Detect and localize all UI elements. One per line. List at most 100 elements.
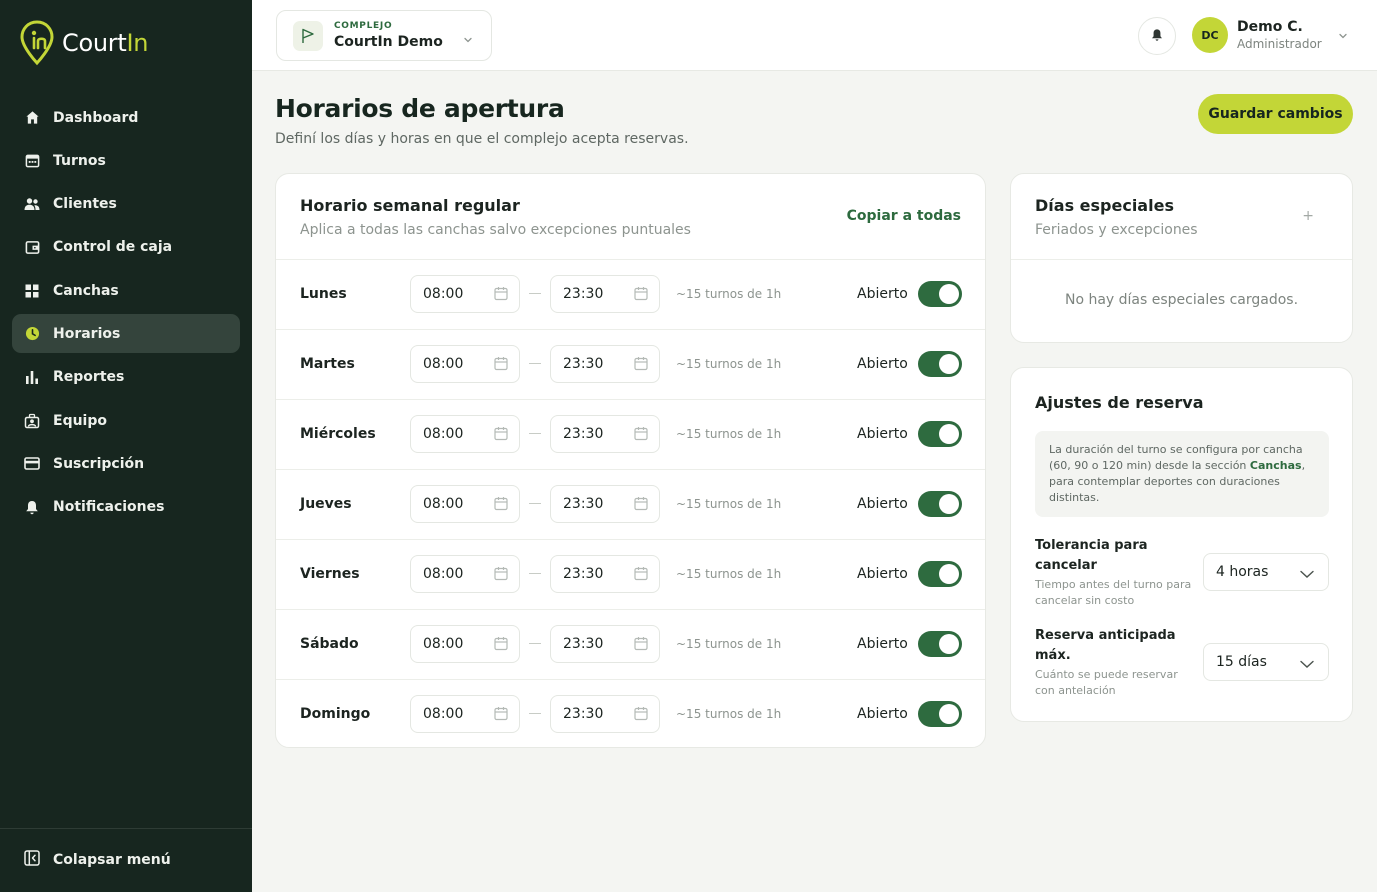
advance-booking-select[interactable]: 15 días [1203,643,1329,681]
complex-selector[interactable]: COMPLEJO CourtIn Demo [276,10,492,61]
advance-booking-value: 15 días [1216,654,1267,670]
canchas-link[interactable]: Canchas [1250,459,1302,472]
close-time-input[interactable]: 23:30 [550,345,660,383]
users-icon [24,196,40,212]
close-time-value: 23:30 [563,636,604,652]
day-row: Lunes 08:00 23:30 ~15 turnos de 1h Abierto [276,260,985,330]
location-pin-logo-icon [20,20,54,66]
calendar-icon [634,356,648,375]
open-time-value: 08:00 [423,356,464,372]
day-name: Martes [300,356,355,372]
calendar-icon [634,286,648,305]
calendar-icon [494,496,508,515]
courtin-logo[interactable]: CourtIn [20,20,148,66]
open-time-input[interactable]: 08:00 [410,345,520,383]
day-name: Domingo [300,706,371,722]
sidebar-item-notificaciones[interactable]: Notificaciones [12,488,240,527]
calendar-icon [494,566,508,585]
close-time-input[interactable]: 23:30 [550,625,660,663]
wallet-icon [24,239,40,255]
open-time-input[interactable]: 08:00 [410,485,520,523]
close-time-value: 23:30 [563,496,604,512]
day-rows: Lunes 08:00 23:30 ~15 turnos de 1h Abierto Ma… [276,260,985,750]
open-time-value: 08:00 [423,496,464,512]
open-toggle[interactable] [918,351,962,377]
chevron-down-icon [1300,657,1314,673]
open-toggle[interactable] [918,631,962,657]
toggle-knob [939,284,959,304]
notifications-button[interactable] [1138,17,1176,55]
day-name: Lunes [300,286,347,302]
slots-estimate: ~15 turnos de 1h [676,497,782,511]
user-menu[interactable]: DC Demo C. Administrador [1192,17,1348,53]
open-toggle[interactable] [918,281,962,307]
day-name: Sábado [300,636,359,652]
close-time-value: 23:30 [563,356,604,372]
user-role: Administrador [1237,37,1322,51]
day-row: Sábado 08:00 23:30 ~15 turnos de 1h Abierto [276,610,985,680]
time-range-separator [529,363,541,364]
day-row: Viernes 08:00 23:30 ~15 turnos de 1h Abierto [276,540,985,610]
sidebar-item-control-de-caja[interactable]: Control de caja [12,228,240,267]
sidebar-item-label: Notificaciones [53,499,165,516]
open-time-input[interactable]: 08:00 [410,625,520,663]
sidebar-item-horarios[interactable]: Horarios [12,314,240,354]
calendar-icon [494,706,508,725]
status-label: Abierto [857,426,908,442]
close-time-input[interactable]: 23:30 [550,485,660,523]
cancel-tolerance-select[interactable]: 4 horas [1203,553,1329,591]
special-days-card: Días especiales Feriados y excepciones +… [1010,173,1353,343]
open-toggle[interactable] [918,561,962,587]
toggle-knob [939,704,959,724]
close-time-input[interactable]: 23:30 [550,695,660,733]
sidebar-item-canchas[interactable]: Canchas [12,271,240,310]
special-card-subtitle: Feriados y excepciones [1035,222,1198,238]
toggle-knob [939,424,959,444]
open-toggle[interactable] [918,491,962,517]
cancel-tolerance-setting: Tolerancia para cancelar Tiempo antes de… [1035,536,1329,609]
open-time-input[interactable]: 08:00 [410,275,520,313]
time-range-separator [529,433,541,434]
sidebar-item-clientes[interactable]: Clientes [12,185,240,224]
page-title: Horarios de apertura [275,94,565,123]
open-time-input[interactable]: 08:00 [410,415,520,453]
cancel-tolerance-value: 4 horas [1216,564,1269,580]
save-changes-button[interactable]: Guardar cambios [1198,94,1353,134]
day-row: Miércoles 08:00 23:30 ~15 turnos de 1h Abier… [276,400,985,470]
sidebar-item-label: Suscripción [53,455,145,472]
open-time-input[interactable]: 08:00 [410,555,520,593]
clock-icon [24,326,40,342]
close-time-input[interactable]: 23:30 [550,555,660,593]
calendar-icon [634,706,648,725]
close-time-input[interactable]: 23:30 [550,275,660,313]
open-toggle[interactable] [918,701,962,727]
time-range-separator [529,573,541,574]
sidebar-item-equipo[interactable]: Equipo [12,401,240,440]
bell-icon [1151,27,1163,46]
sidebar-item-suscripcion[interactable]: Suscripción [12,444,240,483]
sidebar-nav: Dashboard Turnos Clientes Control de caj… [12,98,240,531]
close-time-input[interactable]: 23:30 [550,415,660,453]
calendar-icon [494,636,508,655]
sidebar-item-label: Control de caja [53,239,173,256]
advance-booking-setting: Reserva anticipada máx. Cuánto se puede … [1035,626,1329,699]
status-label: Abierto [857,496,908,512]
top-header: COMPLEJO CourtIn Demo DC Demo C. Adminis… [252,0,1377,71]
add-special-day-button[interactable]: + [1302,208,1314,224]
sidebar-item-reportes[interactable]: Reportes [12,358,240,397]
team-icon [24,413,40,429]
day-row: Jueves 08:00 23:30 ~15 turnos de 1h Abierto [276,470,985,540]
toggle-knob [939,634,959,654]
open-toggle[interactable] [918,421,962,447]
sidebar-item-turnos[interactable]: Turnos [12,141,240,180]
info-note: La duración del turno se configura por c… [1035,431,1329,517]
copy-to-all-button[interactable]: Copiar a todas [847,208,961,224]
open-time-input[interactable]: 08:00 [410,695,520,733]
sidebar: CourtIn Dashboard Turnos Clientes Contro… [0,0,252,892]
weekly-card-header: Horario semanal regular Aplica a todas l… [276,174,985,260]
chevron-down-icon [1300,567,1314,583]
collapse-menu-button[interactable]: Colapsar menú [24,850,171,870]
status-label: Abierto [857,356,908,372]
sidebar-item-dashboard[interactable]: Dashboard [12,98,240,137]
grid-icon [24,283,40,299]
